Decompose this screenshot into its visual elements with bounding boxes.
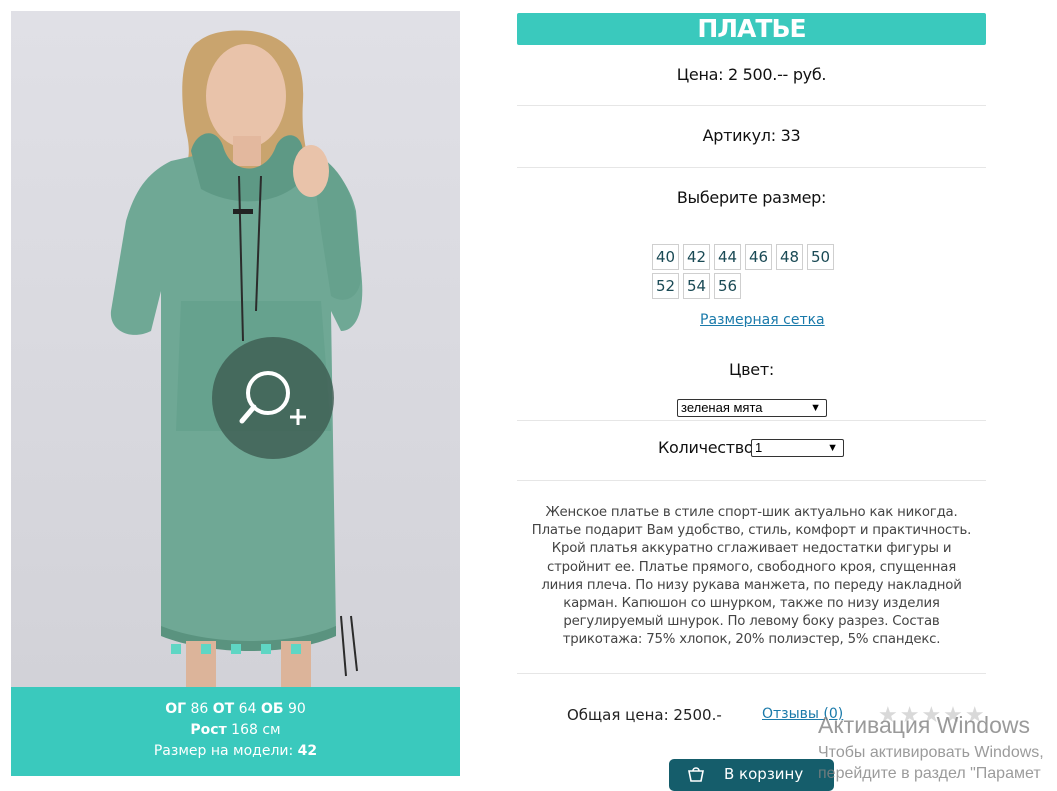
model-measurements: ОГ 86 ОТ 64 ОБ 90 Рост 168 см Размер на …: [11, 687, 460, 776]
size-chart-link[interactable]: Размерная сетка: [700, 312, 825, 328]
quantity-select[interactable]: 1 ▼: [751, 439, 844, 457]
carousel-dot[interactable]: [171, 644, 181, 654]
product-description: Женское платье в стиле спорт-шик актуаль…: [531, 505, 972, 648]
zoom-button[interactable]: [212, 337, 334, 459]
size-option[interactable]: 46: [745, 244, 772, 270]
size-option[interactable]: 50: [807, 244, 834, 270]
total-price: Общая цена: 2500.-: [567, 706, 722, 724]
carousel-dot[interactable]: [231, 644, 241, 654]
color-select[interactable]: зеленая мята ▼: [677, 399, 827, 417]
size-option[interactable]: 54: [683, 273, 710, 299]
zoom-icon: [239, 371, 306, 425]
carousel-dot[interactable]: [291, 644, 301, 654]
size-label: Выберите размер:: [676, 188, 827, 207]
carousel-dot[interactable]: [201, 644, 211, 654]
article-number: Артикул: 33: [702, 126, 801, 145]
model-size: Размер на модели: 42: [153, 743, 318, 759]
quantity-label: Количество:: [658, 438, 759, 457]
size-option[interactable]: 42: [683, 244, 710, 270]
chevron-down-icon: ▼: [827, 442, 838, 454]
model-bust-waist-hips: ОГ 86 ОТ 64 ОБ 90: [165, 701, 306, 717]
product-photo[interactable]: [11, 11, 460, 687]
model-height: Рост 168 см: [190, 722, 281, 738]
divider: [517, 105, 986, 106]
product-title: ПЛАТЬЕ: [517, 13, 986, 45]
size-option[interactable]: 40: [652, 244, 679, 270]
price: Цена: 2 500.-- руб.: [676, 65, 827, 84]
size-option[interactable]: 56: [714, 273, 741, 299]
add-to-cart-button[interactable]: В корзину: [669, 759, 834, 791]
carousel-dot[interactable]: [261, 644, 271, 654]
size-option[interactable]: 48: [776, 244, 803, 270]
windows-activation-title: Активация Windows: [818, 712, 1030, 738]
divider: [517, 673, 986, 674]
size-option[interactable]: 52: [652, 273, 679, 299]
windows-activation-text: Чтобы активировать Windows, перейдите в …: [818, 744, 1044, 782]
carousel-dots: [171, 644, 301, 654]
divider: [517, 167, 986, 168]
cart-icon: [688, 767, 704, 782]
divider: [517, 420, 986, 421]
color-label: Цвет:: [729, 360, 774, 379]
divider: [517, 480, 986, 481]
size-option[interactable]: 44: [714, 244, 741, 270]
chevron-down-icon: ▼: [810, 402, 821, 414]
